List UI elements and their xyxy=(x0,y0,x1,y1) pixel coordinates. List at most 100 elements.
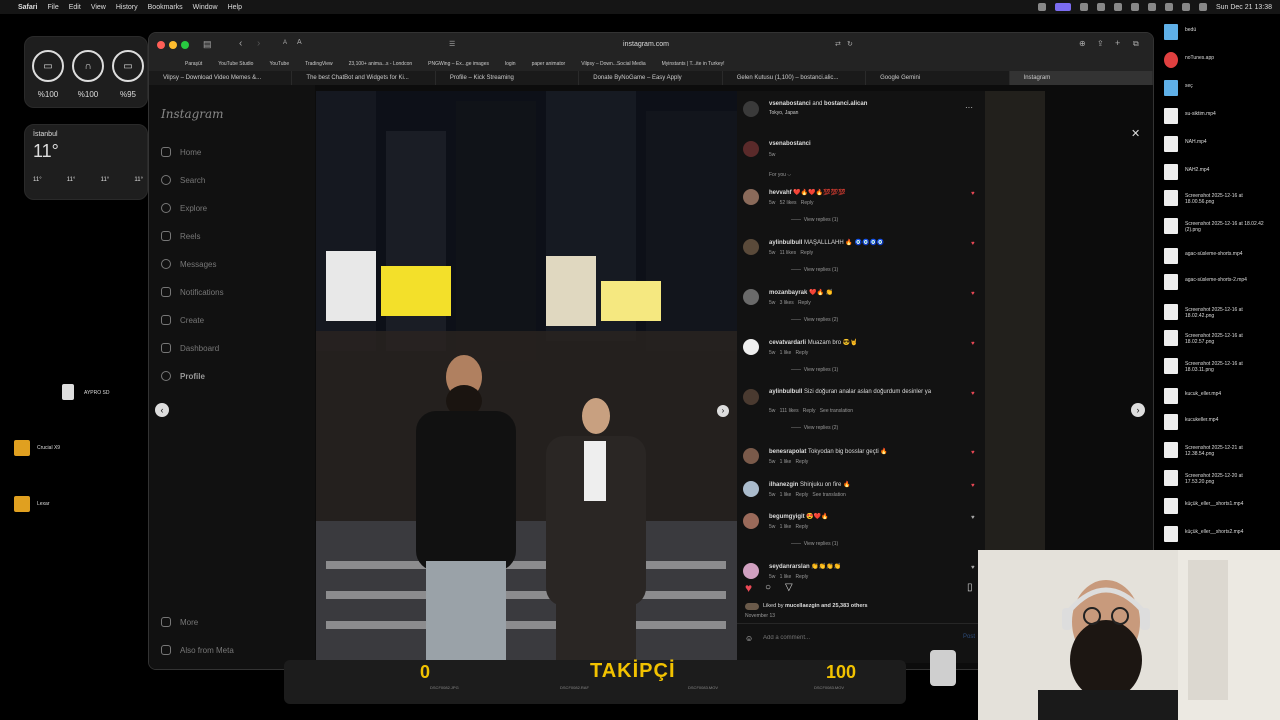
text-large-icon[interactable]: A xyxy=(297,39,302,46)
favorite-link[interactable]: Paraşüt xyxy=(185,61,202,67)
comment-like-icon[interactable]: ♥ xyxy=(971,391,975,397)
comment-like-icon[interactable]: ♥ xyxy=(971,483,975,489)
view-replies-button[interactable]: —— View replies (2) xyxy=(791,317,838,323)
minimize-window-button[interactable] xyxy=(169,41,177,49)
nav-create[interactable]: Create xyxy=(161,315,204,325)
browser-tab[interactable]: Profile – Kick Streaming xyxy=(436,71,580,85)
comment-user[interactable]: aylinbulbull xyxy=(769,389,802,395)
file-label[interactable]: NAH.mp4 xyxy=(1185,139,1265,145)
control-center-icon[interactable] xyxy=(1198,3,1207,11)
comment-user[interactable]: seydanrarslan xyxy=(769,564,810,570)
file-icon[interactable] xyxy=(1164,358,1178,374)
bookmark-icon[interactable]: ▯ xyxy=(967,582,973,593)
menu-bookmarks[interactable]: Bookmarks xyxy=(148,4,183,11)
comment-user[interactable]: hevvahf xyxy=(769,190,792,196)
forward-icon[interactable]: › xyxy=(257,38,260,49)
close-window-button[interactable] xyxy=(157,41,165,49)
reply-button[interactable]: Reply xyxy=(795,492,808,498)
post-photo[interactable] xyxy=(316,91,737,663)
avatar[interactable] xyxy=(743,239,759,255)
file-label[interactable]: kucuk_eller.mp4 xyxy=(1185,391,1265,397)
comment-likes[interactable]: 1 like xyxy=(780,492,792,498)
post-author-a[interactable]: vsenabostanci xyxy=(769,101,811,107)
file-icon[interactable] xyxy=(1164,442,1178,458)
nav-more[interactable]: More xyxy=(161,617,198,627)
emoji-icon[interactable]: ☺ xyxy=(745,634,753,643)
comment-user[interactable]: mozanbayrak xyxy=(769,290,807,296)
dock-file[interactable]: DSCF0083.MOV xyxy=(688,685,718,690)
file-icon[interactable] xyxy=(1164,470,1178,486)
battery-icon[interactable] xyxy=(1147,3,1156,11)
reply-button[interactable]: Reply xyxy=(803,408,816,414)
status-icon[interactable] xyxy=(1079,3,1088,11)
comment-like-icon[interactable]: ♥ xyxy=(971,515,975,521)
liked-heart-icon[interactable]: ♥ xyxy=(745,581,752,595)
app-icon[interactable] xyxy=(1164,52,1178,68)
favorite-link[interactable]: 23,100+ anima...s - Londcon xyxy=(349,61,413,67)
file-icon[interactable] xyxy=(1164,414,1178,430)
reply-button[interactable]: Reply xyxy=(795,459,808,465)
comment-user[interactable]: cevatvardarli xyxy=(769,340,806,346)
comment-like-icon[interactable]: ♥ xyxy=(971,191,975,197)
dock-file[interactable]: DSCF0082.RAF xyxy=(560,685,589,690)
trash-icon[interactable] xyxy=(930,650,956,686)
nav-also-from-meta[interactable]: Also from Meta xyxy=(161,645,234,655)
back-icon[interactable]: ‹ xyxy=(239,38,242,49)
reply-button[interactable]: Reply xyxy=(798,300,811,306)
file-label[interactable]: su-siktim.mp4 xyxy=(1185,111,1265,117)
recording-icon[interactable] xyxy=(1054,3,1071,11)
nav-dashboard[interactable]: Dashboard xyxy=(161,343,219,353)
dock-file[interactable]: DSCF0082.JPG xyxy=(430,685,459,690)
share-icon[interactable]: ⇪ xyxy=(1097,39,1104,48)
avatar[interactable] xyxy=(743,448,759,464)
avatar[interactable] xyxy=(743,389,759,405)
file-icon[interactable] xyxy=(1164,330,1178,346)
drive-icon[interactable] xyxy=(14,440,30,456)
nav-search[interactable]: Search xyxy=(161,175,205,185)
menu-clock[interactable]: Sun Dec 21 13:38 xyxy=(1216,4,1272,11)
nav-home[interactable]: Home xyxy=(161,147,201,157)
browser-tab[interactable]: Vilpsy – Download Video Memes &... xyxy=(149,71,293,85)
menu-help[interactable]: Help xyxy=(228,4,242,11)
post-location[interactable]: Tokyo, Japan xyxy=(769,110,798,116)
view-replies-button[interactable]: —— View replies (2) xyxy=(791,425,838,431)
nav-profile[interactable]: Profile xyxy=(161,371,205,381)
file-label[interactable]: Screenshot 2025-12-16 at 18.02.57.png xyxy=(1185,333,1265,345)
comment-like-icon[interactable]: ♥ xyxy=(971,450,975,456)
avatar[interactable] xyxy=(743,513,759,529)
file-label[interactable]: küçük_eller__shorts1.mp4 xyxy=(1185,501,1265,507)
avatar[interactable] xyxy=(743,289,759,305)
drive-icon[interactable] xyxy=(14,496,30,512)
file-label[interactable]: Screenshot 2025-12-16 at 18.00.56.png xyxy=(1185,193,1265,205)
view-replies-button[interactable]: —— View replies (1) xyxy=(791,541,838,547)
file-icon[interactable] xyxy=(1164,164,1178,180)
reload-icon[interactable]: ↻ xyxy=(847,40,853,48)
nav-messages[interactable]: Messages xyxy=(161,259,216,269)
file-icon[interactable] xyxy=(1164,388,1178,404)
folder-icon[interactable] xyxy=(1164,24,1178,40)
favorite-link[interactable]: Vilpsy – Down...Social Media xyxy=(581,61,645,67)
file-label[interactable]: Screenshot 2025-12-21 at 12.38.54.png xyxy=(1185,445,1265,457)
drive-label[interactable]: AYPRO SD xyxy=(84,390,109,396)
reply-button[interactable]: Reply xyxy=(800,250,813,256)
dock-file[interactable]: DSCF0083.MOV xyxy=(814,685,844,690)
likes-user[interactable]: mucellaezgin xyxy=(785,603,820,609)
menu-edit[interactable]: Edit xyxy=(69,4,81,11)
folder-icon[interactable] xyxy=(1164,80,1178,96)
comment-likes[interactable]: 111 likes xyxy=(780,408,799,414)
status-icon[interactable] xyxy=(1113,3,1122,11)
nav-explore[interactable]: Explore xyxy=(161,203,207,213)
menu-window[interactable]: Window xyxy=(193,4,218,11)
translate-icon[interactable]: ⇄ xyxy=(835,40,841,48)
avatar[interactable] xyxy=(743,563,759,579)
file-label[interactable]: agac-süsleme-shorts.mp4 xyxy=(1185,251,1265,257)
comment-sort-dropdown[interactable]: For you ⌵ xyxy=(769,172,791,178)
view-replies-button[interactable]: —— View replies (1) xyxy=(791,367,838,373)
comment-icon[interactable]: ○ xyxy=(765,582,771,593)
favorite-link[interactable]: paper animator xyxy=(532,61,566,67)
status-icon[interactable] xyxy=(1037,3,1046,11)
comment-likes[interactable]: 1 like xyxy=(780,459,792,465)
download-icon[interactable]: ⊕ xyxy=(1079,39,1086,48)
avatar[interactable] xyxy=(743,189,759,205)
see-translation-button[interactable]: See translation xyxy=(820,408,853,414)
